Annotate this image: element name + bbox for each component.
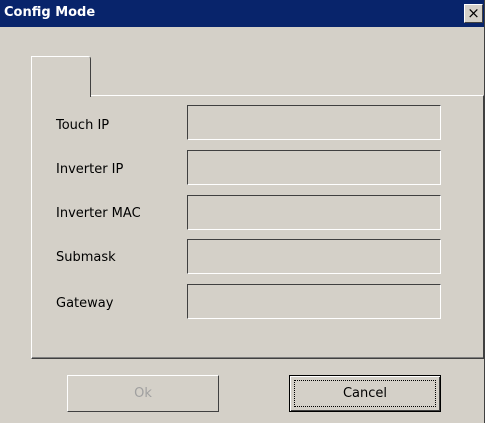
tab-panel-shadow bbox=[32, 357, 483, 358]
submask-input[interactable] bbox=[187, 239, 441, 274]
close-icon: × bbox=[467, 4, 480, 22]
touch-ip-input[interactable] bbox=[187, 105, 441, 140]
inverter-ip-input[interactable] bbox=[187, 150, 441, 185]
title-bar[interactable]: Config Mode × bbox=[0, 0, 484, 27]
inverter-mac-label: Inverter MAC bbox=[56, 206, 141, 221]
ok-button[interactable]: Ok bbox=[67, 375, 219, 412]
tab-config[interactable] bbox=[31, 56, 91, 97]
config-mode-dialog: Config Mode × Touch IP Inverter IP Inver… bbox=[0, 0, 485, 423]
submask-label: Submask bbox=[56, 250, 116, 265]
window-title: Config Mode bbox=[4, 5, 96, 20]
gateway-label: Gateway bbox=[56, 296, 114, 311]
gateway-input[interactable] bbox=[187, 284, 441, 319]
close-button[interactable]: × bbox=[464, 4, 483, 23]
focus-rectangle bbox=[294, 380, 436, 407]
cancel-button[interactable]: Cancel bbox=[289, 375, 441, 412]
inverter-ip-label: Inverter IP bbox=[56, 162, 124, 177]
ok-button-label: Ok bbox=[134, 386, 152, 401]
inverter-mac-input[interactable] bbox=[187, 195, 441, 230]
touch-ip-label: Touch IP bbox=[56, 118, 110, 133]
